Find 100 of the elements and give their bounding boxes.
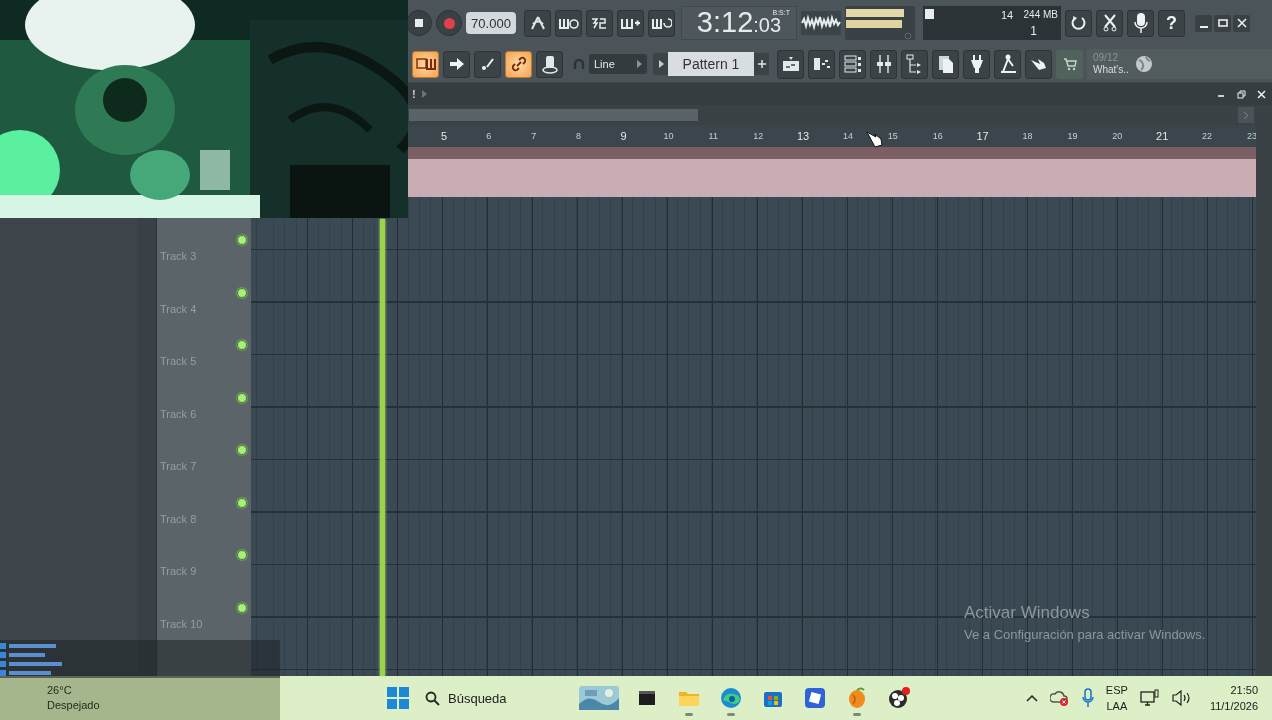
cart-button[interactable] <box>1056 49 1083 79</box>
step-icon <box>480 57 495 71</box>
bar-number: 10 <box>663 131 674 141</box>
network-icon[interactable] <box>1139 689 1160 707</box>
chevron-up-icon[interactable] <box>1025 694 1038 702</box>
track-led-icon[interactable] <box>237 497 247 508</box>
arrow-icon <box>448 57 465 71</box>
vertical-scrollbar[interactable] <box>1256 105 1272 676</box>
undo-icon <box>1069 14 1088 32</box>
bar-number: 9 <box>620 130 627 142</box>
window-button[interactable] <box>963 49 990 79</box>
maximize-button[interactable] <box>1214 14 1231 32</box>
restore-button[interactable] <box>1234 87 1248 101</box>
pattern-selector[interactable]: Pattern 1 <box>668 52 754 76</box>
close-button[interactable] <box>1254 87 1268 101</box>
close-icon <box>1236 18 1247 28</box>
pattern-arrow-button[interactable] <box>653 53 668 75</box>
toolbar-button[interactable] <box>648 9 675 37</box>
caret-icon <box>657 60 664 68</box>
stop-icon <box>415 19 423 27</box>
microphone-icon <box>1133 12 1148 34</box>
bar-number: 7 <box>531 131 537 141</box>
language-indicator[interactable]: ESP LAA <box>1105 682 1128 714</box>
window-button[interactable] <box>932 49 959 79</box>
search-icon <box>425 690 440 706</box>
track-led-icon[interactable] <box>237 340 247 350</box>
waveform-display <box>801 11 841 35</box>
window-button[interactable] <box>808 49 835 79</box>
caret-icon <box>636 60 642 68</box>
windows-start-icon[interactable] <box>387 687 409 709</box>
window-button[interactable] <box>994 49 1021 79</box>
track-led-icon[interactable] <box>237 287 247 298</box>
bar-number: 19 <box>1067 131 1078 141</box>
weather-condition[interactable]: Despejado <box>47 698 280 713</box>
bar-number: 5 <box>440 130 447 142</box>
track-led-icon[interactable] <box>237 445 247 455</box>
fruit-app-icon[interactable] <box>846 687 868 709</box>
chevron-right-icon <box>1243 110 1249 120</box>
toolbar-button[interactable] <box>555 9 582 37</box>
playlist-icon <box>781 56 800 72</box>
toolbar-button[interactable] <box>524 9 551 37</box>
window-button[interactable] <box>870 49 897 79</box>
toolbar-button[interactable] <box>536 50 563 78</box>
minimize-button[interactable] <box>1195 14 1212 32</box>
keyboard-icon <box>415 57 436 71</box>
plus-icon <box>757 60 766 68</box>
weather-temperature[interactable]: 26°C <box>47 683 280 698</box>
bar-number: 17 <box>976 130 989 142</box>
news-panel[interactable]: 09/12 What's.. <box>1087 49 1272 79</box>
pedal-icon <box>998 54 1017 74</box>
toolbar-button[interactable] <box>586 9 613 37</box>
snap-dropdown[interactable]: Line <box>589 54 647 74</box>
add-pattern-button[interactable] <box>754 53 769 75</box>
toolbar-button[interactable] <box>505 50 532 78</box>
bar-number: 15 <box>887 131 898 141</box>
microphone-button[interactable] <box>1127 9 1154 37</box>
piano-roll-icon <box>812 56 831 72</box>
playhead-marker[interactable] <box>380 219 385 676</box>
speaker-icon[interactable] <box>1171 690 1192 706</box>
close-icon <box>1256 89 1266 99</box>
cloud-error-icon[interactable] <box>1049 689 1070 707</box>
metronome-icon <box>528 15 547 31</box>
track-led-icon[interactable] <box>237 235 247 245</box>
link-icon <box>509 55 528 73</box>
system-clock[interactable]: 21:50 11/1/2026 <box>1209 682 1258 714</box>
bar-number: 14 <box>842 131 853 141</box>
stop-button[interactable] <box>406 10 432 36</box>
globe-icon <box>1134 55 1153 73</box>
window-button[interactable] <box>777 49 804 79</box>
browser-icon[interactable] <box>720 687 742 709</box>
playlist-grid[interactable]: Activar Windows Ve a Configuración para activar Windows. <box>251 197 1256 676</box>
undo-button[interactable] <box>1065 9 1092 37</box>
volume-meter <box>845 6 915 40</box>
window-button[interactable] <box>1025 49 1052 79</box>
record-app-icon[interactable] <box>887 687 911 709</box>
help-button[interactable]: ? <box>1158 9 1185 37</box>
maximize-icon <box>1217 18 1228 28</box>
hand-icon <box>1029 56 1048 72</box>
bar-number: 8 <box>576 131 582 141</box>
bar-number: 12 <box>753 131 764 141</box>
search-field[interactable]: Búsqueda <box>448 690 548 706</box>
toolbar-button[interactable] <box>474 50 501 78</box>
microphone-icon[interactable] <box>1081 688 1094 708</box>
horizontal-scrollbar[interactable] <box>409 109 698 121</box>
minimize-icon <box>1198 26 1209 28</box>
window-button[interactable] <box>839 49 866 79</box>
square-app-icon[interactable] <box>804 687 826 709</box>
toolbar-button[interactable] <box>443 50 470 78</box>
window-app-icon[interactable] <box>638 689 656 707</box>
track-led-icon[interactable] <box>237 550 247 560</box>
toolbar-button[interactable] <box>412 50 439 78</box>
cut-button[interactable] <box>1096 9 1123 37</box>
window-button[interactable] <box>901 49 928 79</box>
toolbar-button[interactable] <box>617 9 644 37</box>
plug-icon <box>969 54 984 74</box>
track-led-icon[interactable] <box>237 602 247 613</box>
close-button[interactable] <box>1233 14 1250 32</box>
track-led-icon[interactable] <box>237 392 247 403</box>
mixer-icon <box>875 54 892 74</box>
tempo-field[interactable]: 70.000 <box>466 12 516 34</box>
